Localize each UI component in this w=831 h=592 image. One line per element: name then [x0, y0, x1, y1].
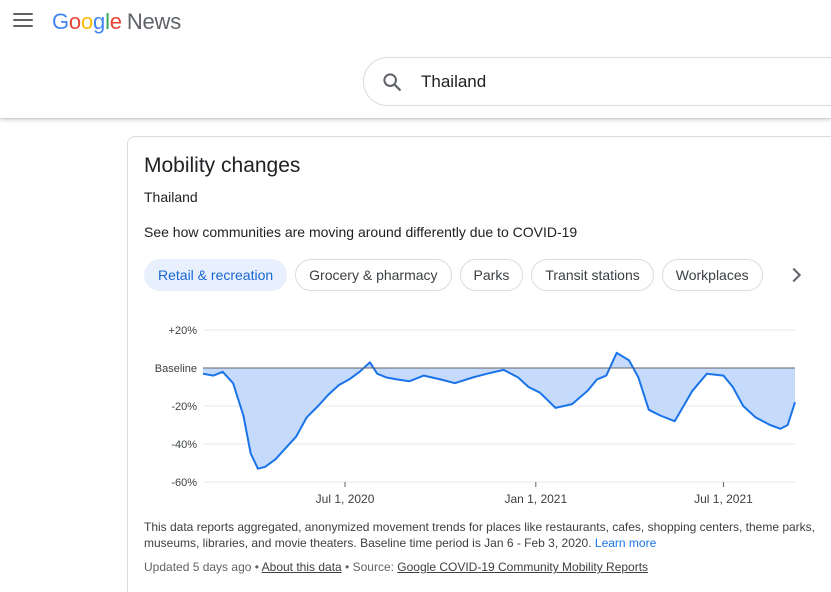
category-chips: Retail & recreation Grocery & pharmacy P… — [144, 259, 771, 291]
mobility-card: Mobility changes Thailand See how commun… — [127, 136, 831, 592]
chip-retail-recreation[interactable]: Retail & recreation — [144, 259, 288, 291]
google-news-logo[interactable]: Google News — [52, 9, 181, 35]
y-tick-label: Baseline — [155, 363, 197, 375]
chip-transit-stations[interactable]: Transit stations — [531, 259, 654, 291]
y-tick-label: +20% — [169, 325, 198, 337]
search-icon[interactable] — [381, 71, 403, 93]
search-box[interactable] — [363, 57, 831, 106]
x-tick-label: Jan 1, 2021 — [504, 492, 567, 506]
about-data-link[interactable]: About this data — [262, 560, 342, 574]
x-axis-labels: Jul 1, 2020 Jan 1, 2021 Jul 1, 2021 — [316, 482, 753, 506]
data-footnote: This data reports aggregated, anonymized… — [144, 520, 816, 550]
y-tick-label: -20% — [171, 401, 197, 413]
card-title: Mobility changes — [144, 154, 301, 177]
y-tick-label: -60% — [171, 477, 197, 489]
x-tick-label: Jul 1, 2021 — [694, 492, 753, 506]
location-label: Thailand — [144, 189, 198, 205]
mobility-chart: +20% Baseline -20% -40% -60% Jul 1, 2020 Jan … — [155, 325, 796, 506]
main-menu-icon[interactable] — [13, 13, 33, 31]
top-bar: Google News — [0, 0, 831, 118]
chip-parks[interactable]: Parks — [459, 259, 524, 291]
chip-workplaces[interactable]: Workplaces — [661, 259, 763, 291]
x-tick-label: Jul 1, 2020 — [316, 492, 375, 506]
source-link[interactable]: Google COVID-19 Community Mobility Repor… — [397, 560, 648, 574]
chip-grocery-pharmacy[interactable]: Grocery & pharmacy — [295, 259, 452, 291]
chevron-right-icon[interactable] — [785, 264, 807, 286]
learn-more-link[interactable]: Learn more — [595, 536, 656, 550]
card-description: See how communities are moving around di… — [144, 224, 578, 240]
source-line: Updated 5 days ago • About this data • S… — [144, 560, 649, 574]
y-tick-label: -40% — [171, 439, 197, 451]
search-input[interactable] — [421, 70, 821, 94]
y-axis-labels: +20% Baseline -20% -40% -60% — [155, 325, 197, 489]
